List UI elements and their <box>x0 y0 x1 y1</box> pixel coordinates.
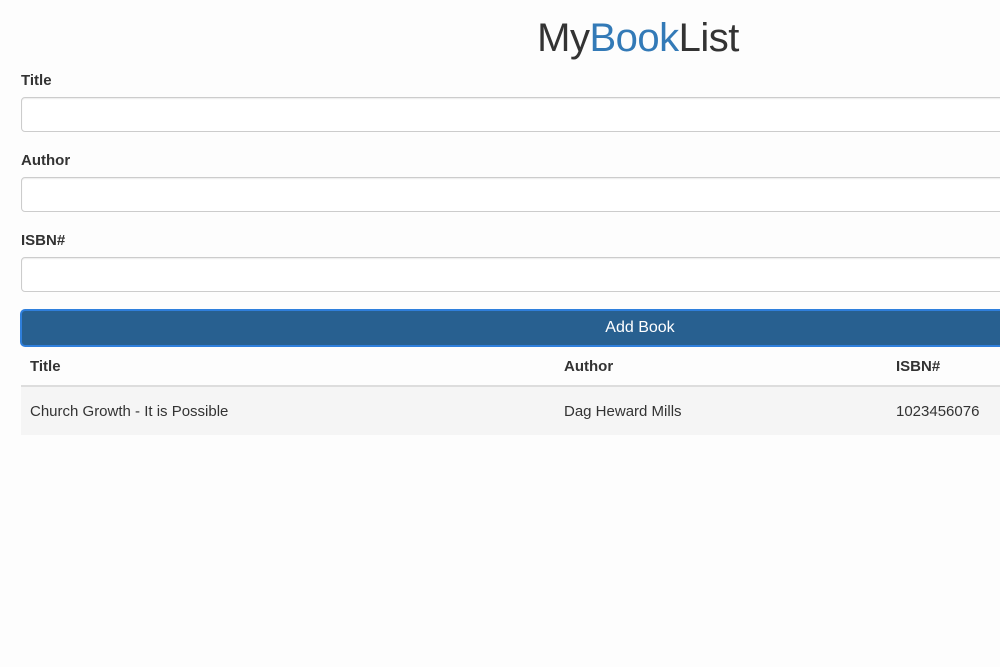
app-title-part-book: Book <box>589 16 679 60</box>
cell-author: Dag Heward Mills <box>555 386 887 435</box>
add-book-button-label: Add Book <box>605 319 675 336</box>
table-row: Church Growth - It is Possible Dag Hewar… <box>21 386 1000 435</box>
author-input[interactable] <box>21 177 1000 212</box>
title-label: Title <box>21 72 52 89</box>
table-header-row: Title Author ISBN# <box>21 347 1000 387</box>
page: MyBookList Title Author ISBN# Add Book T… <box>0 0 1000 667</box>
app-title-part-my: My <box>537 16 590 60</box>
cell-title: Church Growth - It is Possible <box>21 386 555 435</box>
table-body: Church Growth - It is Possible Dag Hewar… <box>21 386 1000 435</box>
app-title-part-list: List <box>678 16 740 60</box>
column-header-title: Title <box>21 347 555 387</box>
cell-isbn: 1023456076 <box>887 386 1000 435</box>
isbn-label: ISBN# <box>21 232 66 249</box>
app-title: MyBookList <box>0 14 1000 62</box>
title-input[interactable] <box>21 97 1000 132</box>
add-book-button[interactable]: Add Book <box>20 309 1000 347</box>
book-list-table: Title Author ISBN# Church Growth - It is… <box>21 347 1000 435</box>
table-header: Title Author ISBN# <box>21 347 1000 387</box>
column-header-author: Author <box>555 347 887 387</box>
author-label: Author <box>21 152 71 169</box>
isbn-input[interactable] <box>21 257 1000 292</box>
column-header-isbn: ISBN# <box>887 347 1000 387</box>
